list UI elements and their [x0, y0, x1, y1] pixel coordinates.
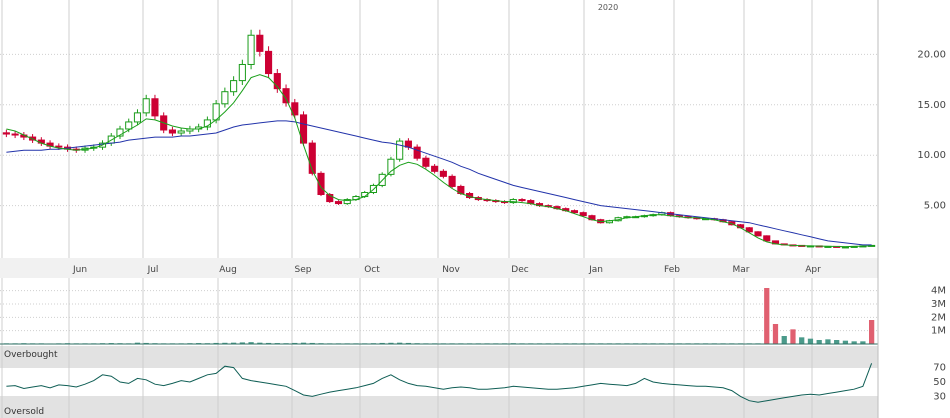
rsi-y-tick-label: 50: [933, 377, 946, 388]
volume-bar: [764, 288, 770, 344]
price-y-tick-label: 5.00: [924, 201, 946, 212]
candle-body: [55, 145, 63, 148]
rsi-panel: Overbought Oversold 70 50 30: [0, 346, 946, 418]
volume-y-tick-label: 4M: [931, 286, 946, 297]
volume-panel: 4M 3M 2M 1M: [0, 278, 946, 346]
x-tick-label: Apr: [805, 265, 821, 275]
candle-body: [763, 235, 771, 242]
volume-y-tick-label: 3M: [931, 299, 946, 310]
x-tick-label: Nov: [442, 265, 460, 275]
x-tick-label: Sep: [295, 265, 312, 275]
volume-bar: [816, 340, 822, 344]
rsi-y-tick-label: 70: [933, 363, 946, 374]
volume-y-tick-label: 1M: [931, 326, 946, 337]
volume-bar: [807, 338, 814, 344]
rsi-y-ticks: 70 50 30: [933, 363, 946, 403]
candle-body: [125, 121, 133, 130]
x-tick-label: Oct: [364, 265, 380, 275]
candle-body: [439, 170, 447, 177]
x-axis: Jun Jul Aug Sep Oct Nov Dec Jan Feb Mar Apr: [0, 258, 878, 278]
candle-body: [221, 91, 229, 105]
volume-y-tick-label: 2M: [931, 312, 946, 323]
volume-bar: [772, 324, 779, 344]
volume-bar: [869, 320, 875, 344]
candle-body: [265, 50, 273, 75]
x-tick-label: Feb: [664, 265, 680, 275]
volume-plot-area: [0, 278, 878, 346]
volume-bar: [825, 339, 831, 344]
overbought-band: [0, 346, 878, 368]
price-panel: 2020 20.00 15.00 10.00 5.00: [0, 0, 946, 258]
candle-body: [168, 129, 176, 134]
x-tick-label: Mar: [733, 265, 750, 275]
candle-body: [413, 146, 421, 159]
candle-body: [431, 165, 439, 172]
volume-bar: [799, 337, 805, 344]
candle-body: [334, 201, 343, 205]
oversold-label: Oversold: [4, 407, 44, 417]
volume-bar: [790, 329, 796, 344]
candle-body: [247, 34, 255, 65]
x-tick-label: Aug: [219, 265, 237, 275]
volume-y-ticks: 4M 3M 2M 1M: [931, 286, 946, 337]
candle-body: [570, 210, 579, 214]
candle-body: [2, 132, 10, 135]
x-tick-label: Jul: [147, 265, 159, 275]
candle-body: [387, 158, 395, 175]
rsi-y-tick-label: 30: [933, 391, 946, 402]
price-y-tick-label: 20.00: [917, 49, 946, 60]
candle-body: [448, 175, 456, 187]
candle-body: [422, 157, 430, 167]
candle-body: [396, 140, 404, 160]
candle-body: [256, 34, 264, 52]
candle-body: [579, 212, 587, 217]
candle-body: [238, 63, 246, 82]
candle-body: [133, 112, 142, 123]
x-tick-label: Jan: [588, 265, 603, 275]
price-y-tick-label: 15.00: [917, 100, 946, 111]
candle-body: [754, 231, 762, 237]
price-y-ticks: 20.00 15.00 10.00 5.00: [917, 49, 946, 211]
stock-chart: 2020 20.00 15.00 10.00 5.00 Jun Jul Aug Sep Oct…: [0, 0, 946, 418]
x-tick-label: Dec: [511, 265, 528, 275]
candle-body: [177, 130, 185, 134]
overbought-label: Overbought: [4, 350, 58, 360]
volume-bar: [781, 336, 787, 344]
price-y-tick-label: 10.00: [917, 150, 946, 161]
candle-body: [230, 80, 238, 93]
year-label: 2020: [598, 3, 618, 12]
candle-body: [151, 98, 159, 117]
candle-body: [518, 199, 526, 202]
candle-body: [142, 98, 150, 114]
candle-body: [11, 133, 19, 136]
volume-bar: [834, 340, 840, 344]
x-tick-label: Jun: [72, 265, 87, 275]
